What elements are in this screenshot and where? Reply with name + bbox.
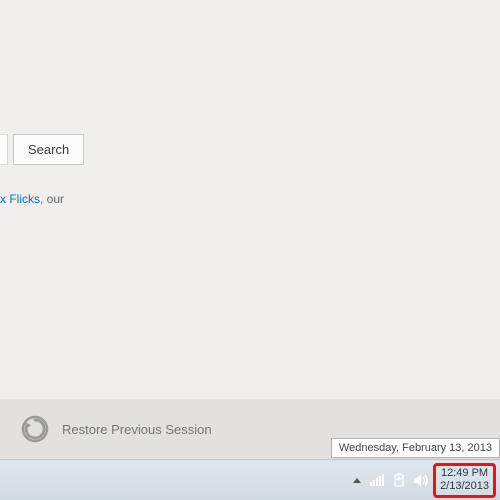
taskbar-clock[interactable]: 12:49 PM 2/13/2013 (433, 463, 496, 498)
promo-trailing: , our (40, 192, 64, 206)
clock-date: 2/13/2013 (440, 480, 489, 493)
page-content: Search x Flicks, our (0, 0, 500, 459)
volume-icon[interactable] (414, 474, 429, 487)
search-button[interactable]: Search (13, 134, 84, 165)
promo-link[interactable]: x Flicks (0, 192, 40, 206)
promo-text: x Flicks, our (0, 192, 64, 206)
wifi-signal-icon[interactable] (370, 474, 384, 486)
clock-tooltip: Wednesday, February 13, 2013 (331, 438, 500, 458)
restore-history-icon (20, 414, 50, 444)
show-hidden-icons-icon[interactable] (353, 478, 361, 483)
power-icon[interactable] (393, 473, 405, 487)
system-tray (353, 473, 429, 487)
restore-session-label: Restore Previous Session (62, 422, 212, 437)
taskbar: 12:49 PM 2/13/2013 (0, 459, 500, 500)
search-input-edge[interactable] (0, 134, 8, 165)
clock-time: 12:49 PM (441, 467, 488, 480)
